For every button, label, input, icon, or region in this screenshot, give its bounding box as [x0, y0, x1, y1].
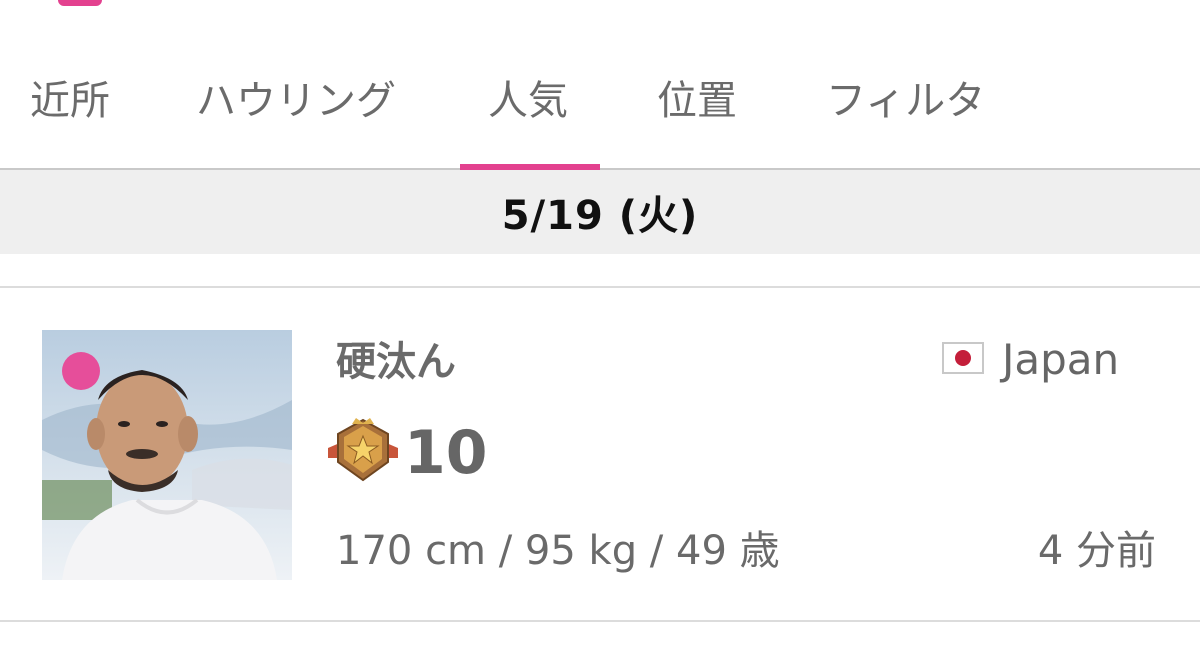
rank-crown-badge-icon — [328, 418, 398, 482]
tab-bar: 近所 ハウリング 人気 位置 フィルタ — [0, 0, 1200, 170]
tab-popular[interactable]: 人気 — [488, 74, 568, 128]
date-label: 5/19 (火) — [501, 193, 699, 239]
tab-howling[interactable]: ハウリング — [196, 74, 396, 128]
japan-flag-icon — [942, 342, 984, 374]
user-stats: 170 cm / 95 kg / 49 歳 — [336, 528, 780, 574]
divider — [0, 620, 1200, 622]
date-section-header: 5/19 (火) — [0, 170, 1200, 254]
last-seen: 4 分前 — [1037, 528, 1156, 574]
tab-location[interactable]: 位置 — [657, 74, 737, 128]
tab-nearby[interactable]: 近所 — [30, 74, 110, 128]
tab-filter[interactable]: フィルタ — [826, 74, 985, 128]
country-label: Japan — [1002, 335, 1120, 384]
user-list-item[interactable]: 硬汰ん Japan 10 170 cm / 95 kg / 49 歳 4 分前 — [0, 288, 1200, 620]
rank-level: 10 — [404, 418, 488, 488]
online-status-dot — [62, 352, 100, 390]
username[interactable]: 硬汰ん — [336, 334, 456, 390]
